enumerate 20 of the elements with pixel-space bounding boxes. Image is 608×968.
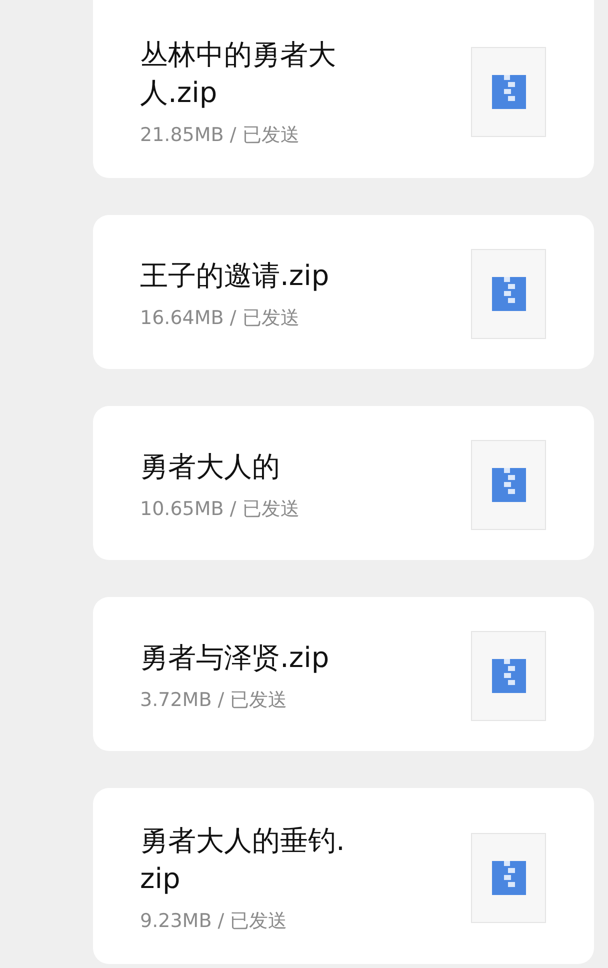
file-name: 勇者与泽贤.zip xyxy=(140,640,330,676)
zip-file-icon xyxy=(492,75,526,109)
file-status: 16.64MB / 已发送 xyxy=(140,306,300,331)
file-card[interactable]: 王子的邀请.zip 16.64MB / 已发送 xyxy=(93,215,594,369)
zip-file-icon xyxy=(492,277,526,311)
file-status: 3.72MB / 已发送 xyxy=(140,688,288,713)
file-card[interactable]: 勇者与泽贤.zip 3.72MB / 已发送 xyxy=(93,597,594,751)
file-status: 21.85MB / 已发送 xyxy=(140,123,300,148)
file-status: 10.65MB / 已发送 xyxy=(140,497,300,522)
file-name: 丛林中的勇者大人.zip xyxy=(140,37,337,111)
file-name: 勇者大人的 xyxy=(140,449,281,485)
zip-file-icon xyxy=(492,468,526,502)
file-card[interactable]: 丛林中的勇者大人.zip 21.85MB / 已发送 xyxy=(93,0,594,178)
zip-file-icon xyxy=(492,659,526,693)
file-card[interactable]: 勇者大人的 10.65MB / 已发送 xyxy=(93,406,594,560)
file-card[interactable]: 勇者大人的垂钓.zip 9.23MB / 已发送 xyxy=(93,788,594,964)
file-name: 王子的邀请.zip xyxy=(140,258,330,294)
file-status: 9.23MB / 已发送 xyxy=(140,909,288,934)
zip-file-icon xyxy=(492,861,526,895)
file-name: 勇者大人的垂钓.zip xyxy=(140,823,346,897)
